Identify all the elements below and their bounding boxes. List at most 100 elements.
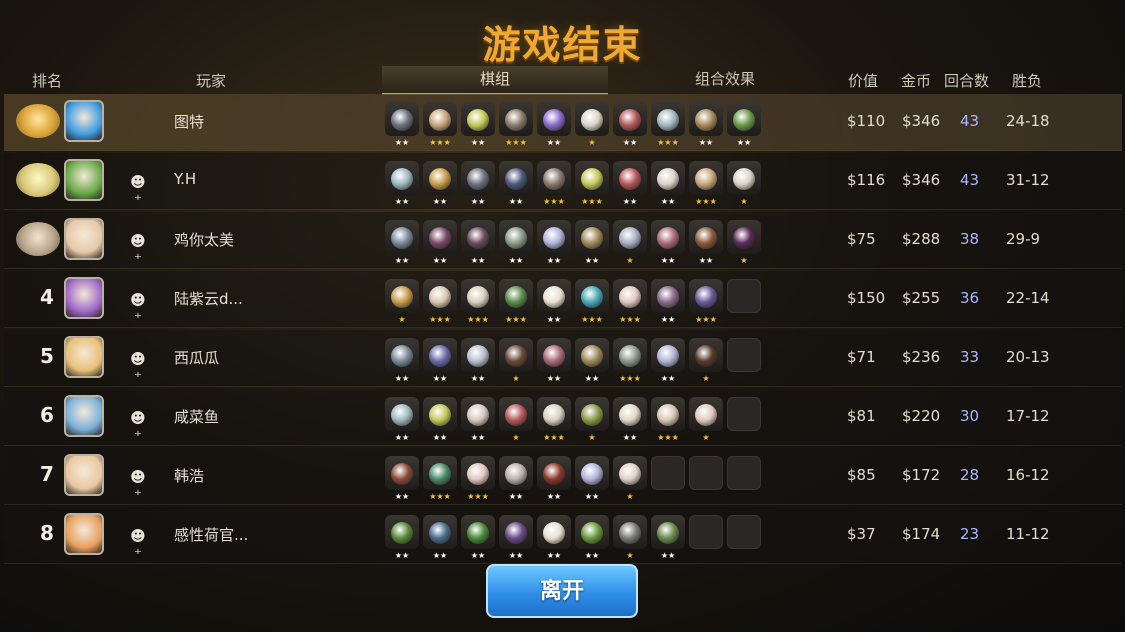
star-level: ★★★ xyxy=(657,138,679,147)
chess-piece-portrait xyxy=(543,109,565,131)
value-stat: $75 xyxy=(847,230,876,248)
star-level: ★★ xyxy=(394,256,410,265)
chess-piece-portrait xyxy=(505,109,527,131)
star-level: ★★ xyxy=(394,433,410,442)
chess-piece-portrait xyxy=(505,345,527,367)
chess-piece-portrait xyxy=(429,109,451,131)
leave-button[interactable]: 离开 xyxy=(486,564,638,618)
chess-piece-portrait xyxy=(695,345,717,367)
player-row[interactable]: 图特 ★★ ★★★ ★★ ★★★ ★★ ★ ★★ ★★★ ★★ ★★ $110 $346 43 24-18 xyxy=(4,94,1122,151)
rank-number: 7 xyxy=(40,462,54,486)
star-level: ★★ xyxy=(394,138,410,147)
chess-piece-icon xyxy=(689,102,723,136)
avatar[interactable] xyxy=(64,218,104,260)
player-row[interactable]: 4 ☻⁺ 陆紫云d... ★ ★★★ ★★★ ★★★ ★★ ★★★ ★★★ ★★ ★★★ $150 $25… xyxy=(4,271,1122,328)
chess-piece-portrait xyxy=(619,404,641,426)
avatar[interactable] xyxy=(64,513,104,555)
avatar[interactable] xyxy=(64,395,104,437)
tab-synergy[interactable]: 组合效果 xyxy=(612,66,838,93)
player-name: 感性荷官... xyxy=(174,526,249,544)
chess-piece-portrait xyxy=(505,522,527,544)
star-level: ★★ xyxy=(394,492,410,501)
chess-piece-portrait xyxy=(733,227,755,249)
win-loss-stat: 20-13 xyxy=(1006,348,1050,366)
player-row[interactable]: ☻⁺ 鸡你太美 ★★ ★★ ★★ ★★ ★★ ★★ ★ ★★ ★★ ★ $75 $288 38 29-9 xyxy=(4,212,1122,269)
star-level: ★★★ xyxy=(467,492,489,501)
star-level: ★ xyxy=(626,492,634,501)
star-level: ★★★ xyxy=(695,197,717,206)
avatar[interactable] xyxy=(64,277,104,319)
add-friend-icon[interactable]: ☻⁺ xyxy=(128,409,148,445)
chess-piece-icon xyxy=(385,515,419,549)
add-friend-icon[interactable]: ☻⁺ xyxy=(128,291,148,327)
player-name: 咸菜鱼 xyxy=(174,408,220,426)
player-row[interactable]: 6 ☻⁺ 咸菜鱼 ★★ ★★ ★★ ★ ★★★ ★ ★★ ★★★ ★ $81 $220 30 17-12 xyxy=(4,389,1122,446)
rank-medal-icon xyxy=(16,104,60,138)
chess-piece-portrait xyxy=(619,168,641,190)
chess-piece-portrait xyxy=(695,109,717,131)
chess-piece-icon xyxy=(499,397,533,431)
star-level: ★★ xyxy=(584,256,600,265)
rounds-stat: 33 xyxy=(960,348,980,366)
header-rounds: 回合数 xyxy=(944,72,990,90)
chess-piece-icon xyxy=(727,102,761,136)
chess-piece-icon xyxy=(499,338,533,372)
avatar[interactable] xyxy=(64,100,104,142)
star-level: ★★★ xyxy=(695,315,717,324)
value-stat: $150 xyxy=(847,289,886,307)
add-friend-icon[interactable]: ☻⁺ xyxy=(128,468,148,504)
add-friend-icon[interactable]: ☻⁺ xyxy=(128,232,148,268)
win-loss-stat: 11-12 xyxy=(1006,525,1050,543)
chess-piece-portrait xyxy=(543,522,565,544)
star-level: ★★ xyxy=(622,138,638,147)
add-friend-icon[interactable]: ☻⁺ xyxy=(128,350,148,386)
chess-piece-icon xyxy=(423,397,457,431)
star-level: ★★ xyxy=(394,197,410,206)
chess-piece-icon xyxy=(651,161,685,195)
star-level: ★★ xyxy=(698,138,714,147)
player-name: 鸡你太美 xyxy=(174,231,235,249)
empty-slot xyxy=(727,279,761,313)
star-level: ★★ xyxy=(470,551,486,560)
chess-piece-icon xyxy=(613,220,647,254)
chess-piece-icon xyxy=(575,279,609,313)
chess-piece-icon xyxy=(575,456,609,490)
chess-piece-icon xyxy=(727,161,761,195)
chess-piece-icon xyxy=(385,220,419,254)
chess-piece-portrait xyxy=(657,109,679,131)
chess-piece-portrait xyxy=(695,168,717,190)
chess-piece-portrait xyxy=(619,345,641,367)
chess-piece-icon xyxy=(689,338,723,372)
star-level: ★★ xyxy=(546,551,562,560)
chess-piece-portrait xyxy=(581,168,603,190)
chess-piece-icon xyxy=(461,397,495,431)
star-level: ★ xyxy=(588,138,596,147)
player-row[interactable]: ☻⁺ Y.H ★★ ★★ ★★ ★★ ★★★ ★★★ ★★ ★★ ★★★ ★ $116 $346 43 31-… xyxy=(4,153,1122,210)
player-row[interactable]: 5 ☻⁺ 西瓜瓜 ★★ ★★ ★★ ★ ★★ ★★ ★★★ ★★ ★ $71 $236 33 20-13 xyxy=(4,330,1122,387)
add-friend-icon[interactable]: ☻⁺ xyxy=(128,527,148,563)
value-stat: $85 xyxy=(847,466,876,484)
add-friend-icon[interactable]: ☻⁺ xyxy=(128,173,148,209)
player-row[interactable]: 8 ☻⁺ 感性荷官... ★★ ★★ ★★ ★★ ★★ ★★ ★ ★★ $37 $174 23 11-12 xyxy=(4,507,1122,564)
avatar[interactable] xyxy=(64,159,104,201)
chess-piece-icon xyxy=(575,161,609,195)
tab-lineup[interactable]: 棋组 xyxy=(382,66,608,95)
rounds-stat: 23 xyxy=(960,525,980,543)
chess-piece-portrait xyxy=(505,227,527,249)
player-name: 韩浩 xyxy=(174,467,205,485)
rounds-stat: 38 xyxy=(960,230,980,248)
game-over-title: 游戏结束 xyxy=(482,23,643,67)
chess-piece-icon xyxy=(651,279,685,313)
chess-piece-icon xyxy=(537,397,571,431)
chess-piece-portrait xyxy=(391,404,413,426)
star-level: ★★ xyxy=(660,256,676,265)
chess-piece-portrait xyxy=(657,345,679,367)
avatar[interactable] xyxy=(64,336,104,378)
chess-piece-portrait xyxy=(391,522,413,544)
star-level: ★★ xyxy=(470,374,486,383)
player-row[interactable]: 7 ☻⁺ 韩浩 ★★ ★★★ ★★★ ★★ ★★ ★★ ★ $85 $172 28 16-12 xyxy=(4,448,1122,505)
chess-piece-icon xyxy=(423,102,457,136)
avatar[interactable] xyxy=(64,454,104,496)
empty-slot xyxy=(689,515,723,549)
chess-piece-portrait xyxy=(619,522,641,544)
